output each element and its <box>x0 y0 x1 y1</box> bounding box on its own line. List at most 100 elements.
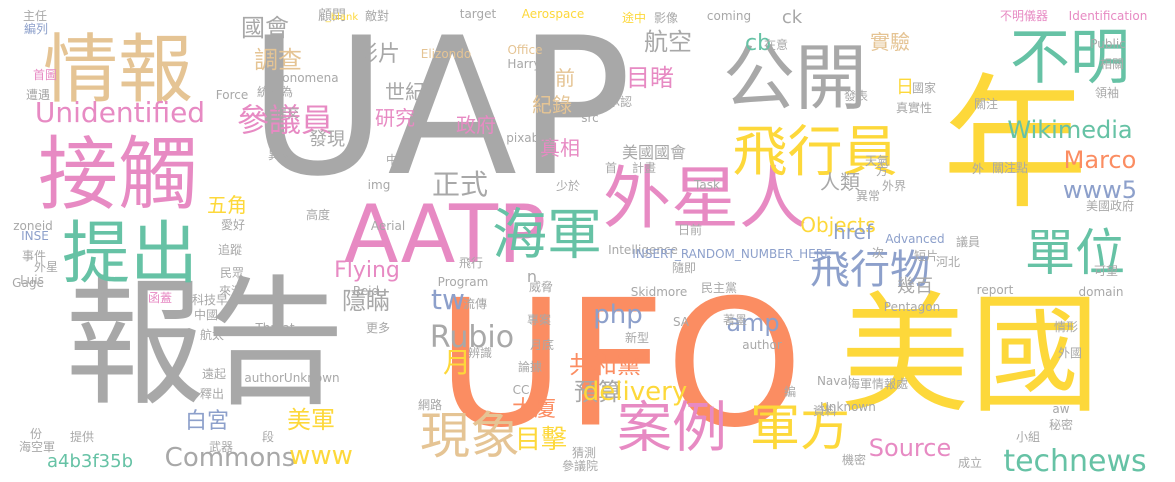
word: 前 <box>555 66 575 90</box>
word: 計畫 <box>631 161 657 175</box>
word: 編列 <box>23 22 49 36</box>
word: Program <box>437 275 489 289</box>
word: 提交 <box>274 106 300 120</box>
word: 編 <box>783 385 797 399</box>
word: 影片 <box>355 42 401 67</box>
word: 段 <box>261 430 275 444</box>
word: 武器 <box>208 440 234 454</box>
word: 辨識 <box>467 346 493 360</box>
word: 首 <box>604 161 618 175</box>
word: Phonomena <box>267 71 339 85</box>
word: 釋出 <box>199 387 225 401</box>
word: CC <box>512 383 530 397</box>
word: Naval <box>816 374 852 388</box>
word: Skidmore <box>630 285 688 299</box>
word: 影像 <box>653 11 679 25</box>
word: 人類 <box>820 170 860 194</box>
word: 議員 <box>955 235 981 249</box>
word: ck <box>781 7 803 28</box>
word: 飛行員 <box>732 119 898 184</box>
word: 外國 <box>1057 346 1083 360</box>
word: 飛行 <box>458 256 484 270</box>
word: 美軍 <box>287 406 335 434</box>
word: Identification <box>1068 9 1148 23</box>
word: Public <box>1090 37 1126 51</box>
word: 情形 <box>1053 320 1079 334</box>
word: php <box>593 300 643 330</box>
word: 月底 <box>529 338 555 352</box>
word: Elizondo <box>420 47 472 61</box>
word: 幾百 <box>897 276 933 297</box>
word: Unidentified <box>34 96 206 129</box>
word: 國會 <box>241 14 289 42</box>
word: 共和黨 <box>569 351 641 379</box>
word: 在意 <box>763 38 789 52</box>
word: 目擊 <box>514 425 568 455</box>
word: 外 <box>971 162 985 176</box>
word: 海軍情報處 <box>847 377 909 391</box>
word: 關注 <box>973 97 999 111</box>
word: 美國政府 <box>1085 199 1135 213</box>
word: 河北 <box>935 255 961 269</box>
word: Task <box>694 178 720 192</box>
word: 可望 <box>1093 264 1119 278</box>
word: 外界 <box>881 179 907 193</box>
word: 函蓋 <box>147 291 173 305</box>
word: target <box>459 7 497 21</box>
word: Flying <box>334 258 400 283</box>
word: 現象 <box>420 407 520 465</box>
word: 民眾 <box>219 266 245 280</box>
word: 真實性 <box>895 101 933 115</box>
word: 方 <box>875 164 889 178</box>
word: 國家 <box>911 81 937 95</box>
word: tw <box>431 283 465 316</box>
word: 流傳 <box>462 297 488 311</box>
word: 五角 <box>207 193 247 217</box>
word-cloud: UAP UFO 年 報告 美國 情報 接觸 提出 AATP 外星人 公開 不明 … <box>0 0 1175 482</box>
word: 白宮 <box>184 409 230 434</box>
word: 發現 <box>309 129 345 150</box>
word: 提供 <box>69 430 95 444</box>
word: technews <box>1003 444 1147 479</box>
word: 首圖 <box>32 68 58 82</box>
word: 中國 <box>193 308 219 322</box>
word: 研究 <box>375 106 415 130</box>
word: Threat <box>255 321 295 335</box>
word: 新型 <box>624 331 650 345</box>
word: 世紀 <box>385 80 425 104</box>
word: 提出 <box>61 215 199 294</box>
word: Aerospace <box>521 7 585 21</box>
word: 承認 <box>607 95 633 109</box>
word: www <box>289 441 353 471</box>
word: 少於 <box>555 179 581 193</box>
word: Aerial <box>370 219 406 233</box>
word: INSERT_RANDOM_NUMBER_HERE <box>632 247 832 261</box>
word: 目睹 <box>626 64 674 92</box>
word: 中 <box>385 153 399 167</box>
word: 追蹤 <box>217 243 243 257</box>
word: 異象 <box>267 148 293 162</box>
word: 紀錄 <box>532 93 572 117</box>
word: delivery <box>582 377 688 407</box>
word: 猜測 <box>571 446 597 460</box>
word: 更多 <box>365 321 391 335</box>
word: Advanced <box>885 232 945 246</box>
word: author <box>742 338 782 352</box>
word: 海空軍 <box>18 440 56 454</box>
word: SA <box>672 315 690 329</box>
word: 機密 <box>841 453 867 467</box>
word: Office <box>507 43 543 57</box>
word: 異常 <box>855 189 881 203</box>
word: domain <box>1078 285 1124 299</box>
word: Harry <box>507 57 541 71</box>
word: aw <box>1052 402 1070 416</box>
word: 主任 <box>22 9 48 23</box>
word: Marco <box>1063 146 1137 174</box>
word: 外星 <box>33 260 59 274</box>
word: 調查 <box>254 46 302 74</box>
word: 網路 <box>417 398 443 412</box>
word: 論據 <box>517 360 543 374</box>
word: 發表 <box>843 89 869 103</box>
word: Wikimedia <box>1007 116 1133 144</box>
word: 月 <box>442 346 472 379</box>
